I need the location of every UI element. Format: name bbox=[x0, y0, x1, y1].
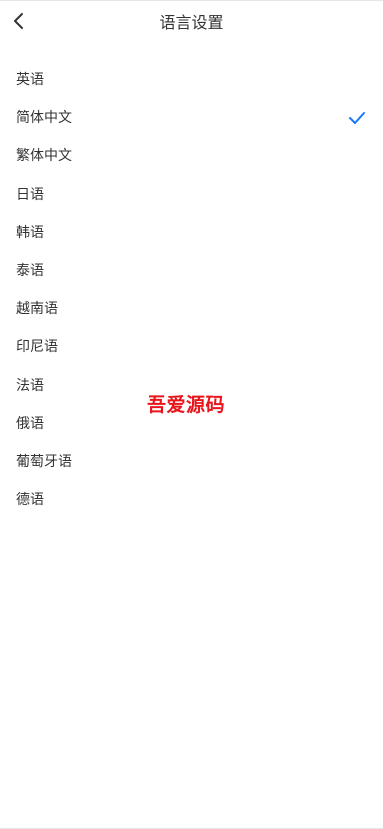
language-label: 英语 bbox=[16, 72, 44, 89]
language-label: 俄语 bbox=[16, 415, 44, 432]
language-item-thai[interactable]: 泰语 bbox=[0, 252, 383, 290]
language-item-portuguese[interactable]: 葡萄牙语 bbox=[0, 443, 383, 481]
navigation-bar: 语言设置 bbox=[0, 0, 383, 44]
language-label: 葡萄牙语 bbox=[16, 453, 72, 470]
language-item-german[interactable]: 德语 bbox=[0, 481, 383, 519]
checkmark-icon bbox=[348, 111, 366, 125]
language-label: 法语 bbox=[16, 377, 44, 394]
language-label: 德语 bbox=[16, 492, 44, 509]
watermark-text: 吾爱源码 bbox=[147, 394, 226, 416]
language-label: 泰语 bbox=[16, 263, 44, 280]
language-label: 越南语 bbox=[16, 301, 58, 318]
language-item-japanese[interactable]: 日语 bbox=[0, 176, 383, 214]
language-label: 印尼语 bbox=[16, 339, 58, 356]
page-title: 语言设置 bbox=[159, 13, 224, 32]
language-list: 英语 简体中文 繁体中文 日语 韩语 泰语 越南语 印尼语 法语 俄语 葡萄牙语… bbox=[0, 61, 383, 519]
language-item-traditional-chinese[interactable]: 繁体中文 bbox=[0, 137, 383, 175]
language-label: 繁体中文 bbox=[16, 148, 72, 165]
language-item-indonesian[interactable]: 印尼语 bbox=[0, 328, 383, 366]
language-item-korean[interactable]: 韩语 bbox=[0, 214, 383, 252]
language-item-vietnamese[interactable]: 越南语 bbox=[0, 290, 383, 328]
language-label: 简体中文 bbox=[16, 110, 72, 127]
language-label: 日语 bbox=[16, 186, 44, 203]
language-label: 韩语 bbox=[16, 224, 44, 241]
language-item-english[interactable]: 英语 bbox=[0, 61, 383, 99]
language-item-simplified-chinese[interactable]: 简体中文 bbox=[0, 99, 383, 137]
